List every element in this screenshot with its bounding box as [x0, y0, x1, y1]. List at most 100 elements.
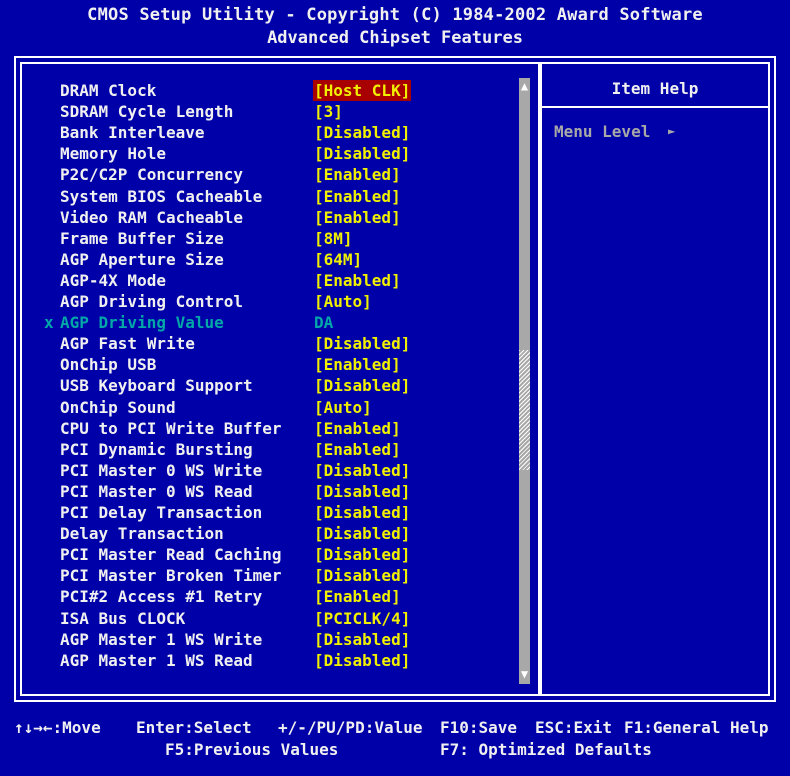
setting-value[interactable]: [Disabled] [314, 460, 410, 481]
setting-label: OnChip Sound [60, 397, 176, 417]
setting-label: CPU to PCI Write Buffer [60, 418, 282, 438]
setting-value[interactable]: [Enabled] [314, 164, 401, 185]
setting-row[interactable]: System BIOS Cacheable [Enabled] [0, 186, 520, 207]
setting-value[interactable]: [Disabled] [314, 565, 410, 586]
setting-row[interactable]: CPU to PCI Write Buffer [Enabled] [0, 418, 520, 439]
setting-label: PCI Dynamic Bursting [60, 439, 253, 459]
setting-value[interactable]: [3] [314, 101, 343, 122]
setting-row[interactable]: OnChip USB [Enabled] [0, 354, 520, 375]
setting-row[interactable]: Video RAM Cacheable [Enabled] [0, 207, 520, 228]
setting-row[interactable]: AGP Aperture Size [64M] [0, 249, 520, 270]
setting-label: USB Keyboard Support [60, 376, 253, 396]
setting-label: Delay Transaction [60, 524, 224, 544]
setting-row[interactable]: PCI Dynamic Bursting [Enabled] [0, 439, 520, 460]
setting-label: Memory Hole [60, 144, 166, 164]
setting-value[interactable]: [64M] [314, 249, 362, 270]
setting-label: AGP Aperture Size [60, 249, 224, 269]
setting-label: System BIOS Cacheable [60, 186, 263, 206]
panel-divider [538, 62, 542, 696]
setting-label: AGP Driving Value [60, 313, 224, 333]
setting-row[interactable]: Frame Buffer Size [8M] [0, 228, 520, 249]
setting-row[interactable]: PCI Delay Transaction [Disabled] [0, 502, 520, 523]
setting-label: PCI Master 0 WS Read [60, 481, 253, 501]
setting-row[interactable]: PCI Master 0 WS Write [Disabled] [0, 460, 520, 481]
setting-value[interactable]: [Disabled] [314, 544, 410, 565]
scroll-up-arrow-icon[interactable]: ▲ [516, 78, 533, 94]
setting-value[interactable]: [Disabled] [314, 629, 410, 650]
setting-label: P2C/C2P Concurrency [60, 165, 244, 185]
setting-value[interactable]: [Disabled] [314, 375, 410, 396]
setting-value[interactable]: [Enabled] [314, 586, 401, 607]
setting-label: AGP Driving Control [60, 292, 244, 311]
setting-row[interactable]: OnChip Sound [Auto] [0, 397, 520, 418]
setting-row[interactable]: AGP Fast Write [Disabled] [0, 333, 520, 354]
setting-value[interactable]: [PCICLK/4] [314, 608, 410, 629]
key-help-bar: ↑↓→←:Move Enter:Select +/-/PU/PD:Value F… [0, 708, 790, 776]
help-separator [542, 106, 768, 108]
general-help-hint: F1:General Help [624, 718, 769, 737]
setting-row[interactable]: AGP Master 1 WS Write [Disabled] [0, 629, 520, 650]
setting-row[interactable]: DRAM Clock [Host CLK] [0, 80, 520, 101]
setting-value[interactable]: [Disabled] [314, 650, 410, 671]
menu-level-label: Menu Level [554, 122, 651, 141]
setting-row[interactable]: Delay Transaction [Disabled] [0, 523, 520, 544]
item-help-title: Item Help [611, 79, 699, 98]
setting-row[interactable]: Bank Interleave [Disabled] [0, 122, 520, 143]
setting-row[interactable]: P2C/C2P Concurrency [Enabled] [0, 164, 520, 185]
setting-row[interactable]: PCI Master Read Caching [Disabled] [0, 544, 520, 565]
move-hint: ↑↓→←:Move [14, 718, 101, 737]
setting-value[interactable]: [Disabled] [314, 481, 410, 502]
setting-label: AGP-4X Mode [60, 270, 166, 290]
setting-label: AGP Master 1 WS Write [60, 629, 263, 649]
setting-row[interactable]: Memory Hole [Disabled] [0, 143, 520, 164]
setting-value[interactable]: [Disabled] [314, 122, 410, 143]
setting-label: PCI Master 0 WS Write [60, 460, 263, 480]
setting-row[interactable]: SDRAM Cycle Length [3] [0, 101, 520, 122]
setting-row[interactable]: AGP Master 1 WS Read [Disabled] [0, 650, 520, 671]
scroll-down-arrow-icon[interactable]: ▼ [516, 666, 533, 682]
setting-label: ISA Bus CLOCK [60, 608, 186, 628]
setting-value[interactable]: [Enabled] [314, 207, 401, 228]
exit-hint: ESC:Exit [535, 718, 613, 737]
setting-label: PCI Master Read Caching [60, 545, 282, 565]
select-hint: Enter:Select [136, 718, 252, 737]
setting-value[interactable]: [Disabled] [314, 523, 410, 544]
setting-row: x AGP Driving Value DA [0, 312, 520, 333]
setting-value[interactable]: [Enabled] [314, 418, 401, 439]
title-bar: CMOS Setup Utility - Copyright (C) 1984-… [0, 0, 790, 56]
scrollbar-thumb[interactable] [519, 350, 530, 470]
page-title: Advanced Chipset Features [267, 28, 523, 48]
setting-value[interactable]: [Enabled] [314, 186, 401, 207]
setting-value[interactable]: [Host CLK] [313, 80, 412, 101]
previous-values-hint: F5:Previous Values [165, 740, 339, 759]
setting-value[interactable]: [Disabled] [314, 143, 410, 164]
setting-row[interactable]: PCI Master 0 WS Read [Disabled] [0, 481, 520, 502]
optimized-defaults-hint: F7: Optimized Defaults [440, 740, 652, 759]
setting-value[interactable]: [Disabled] [314, 333, 410, 354]
app-title: CMOS Setup Utility - Copyright (C) 1984-… [87, 5, 703, 25]
setting-row[interactable]: ISA Bus CLOCK [PCICLK/4] [0, 608, 520, 629]
setting-value[interactable]: [Enabled] [314, 439, 401, 460]
setting-label: PCI#2 Access #1 Retry [60, 587, 263, 607]
setting-value: DA [314, 313, 334, 333]
setting-label: PCI Master Broken Timer [60, 566, 282, 586]
setting-label: Video RAM Cacheable [60, 207, 244, 227]
menu-level-arrow-icon: ► [668, 124, 676, 138]
setting-value[interactable]: [Enabled] [314, 270, 401, 291]
setting-row[interactable]: AGP-4X Mode [Enabled] [0, 270, 520, 291]
setting-label: DRAM Clock [60, 81, 157, 100]
setting-value[interactable]: [Auto] [314, 397, 372, 418]
setting-value[interactable]: [Enabled] [314, 354, 401, 375]
setting-value[interactable]: [Auto] [314, 291, 372, 312]
setting-label: OnChip USB [60, 355, 157, 375]
setting-row[interactable]: AGP Driving Control [Auto] [0, 291, 520, 312]
save-hint: F10:Save [440, 718, 518, 737]
setting-row[interactable]: PCI Master Broken Timer [Disabled] [0, 565, 520, 586]
setting-row[interactable]: PCI#2 Access #1 Retry [Enabled] [0, 586, 520, 607]
setting-row[interactable]: USB Keyboard Support [Disabled] [0, 375, 520, 396]
setting-label: AGP Master 1 WS Read [60, 650, 253, 670]
setting-label: AGP Fast Write [60, 334, 195, 354]
setting-label: SDRAM Cycle Length [60, 102, 234, 122]
setting-value[interactable]: [8M] [314, 228, 353, 249]
setting-value[interactable]: [Disabled] [314, 502, 410, 523]
